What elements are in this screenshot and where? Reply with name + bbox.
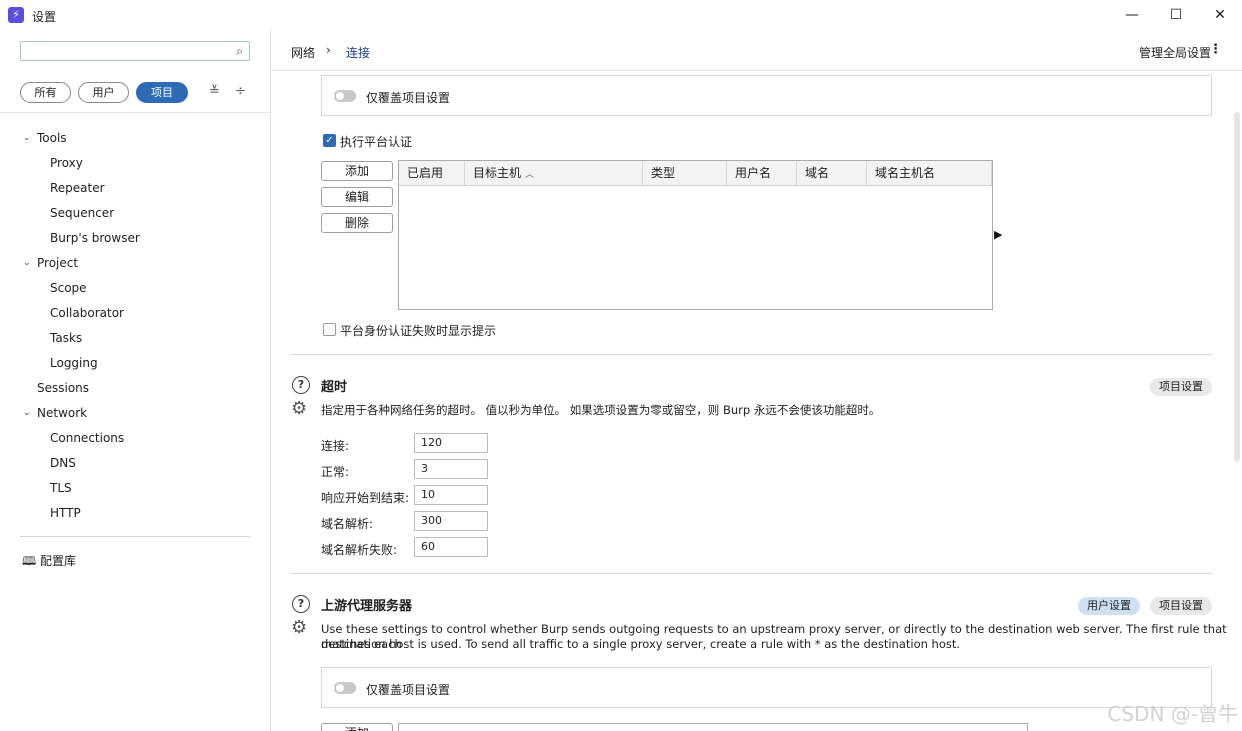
settings-content: 仅覆盖项目设置 ✓ 执行平台认证 添加 编辑 删除 已启用 目标主机 ︿ 类型 用… [271,72,1242,731]
tree-item-proxy[interactable]: Proxy [50,154,83,172]
timeout-dns-label: 域名解析: [321,517,374,531]
main-header: 网络 › 连接 管理全局设置 ⋮ [271,30,1242,71]
chevron-down-icon[interactable]: ⌄ [23,129,31,147]
override-toggle-label: 仅覆盖项目设置 [366,91,451,105]
sidebar: ⌕ 所有 用户 项目 ≚ ÷ ⌄ Tools Proxy Repeater Seq… [0,30,271,731]
search-input[interactable]: ⌕ [20,41,250,61]
timeout-dns-fail-input[interactable]: 60 [414,537,488,557]
timeout-dns-input[interactable]: 300 [414,511,488,531]
tree-item-dns[interactable]: DNS [50,454,76,472]
column-target-host[interactable]: 目标主机 ︿ [465,161,643,185]
override-toggle-label: 仅覆盖项目设置 [366,683,451,697]
project-settings-badge: 项目设置 [1150,597,1212,615]
sort-ascending-icon: ︿ [525,170,535,180]
timeout-response-input[interactable]: 10 [414,485,488,505]
filter-user-button[interactable]: 用户 [78,82,129,103]
help-icon[interactable]: ? [292,595,310,613]
scope-filter: 所有 用户 项目 ≚ ÷ [20,82,260,104]
gear-icon[interactable]: ⚙ [291,400,307,418]
tree-item-network[interactable]: ⌄ Network [23,404,87,422]
divider [0,112,270,113]
platform-auth-checkbox[interactable]: ✓ [323,134,336,147]
help-icon[interactable]: ? [292,376,310,394]
watermark: CSDN @-曾牛 [1107,702,1238,726]
divider [291,354,1212,355]
tree-item-logging[interactable]: Logging [50,354,98,372]
column-enabled[interactable]: 已启用 [399,161,465,185]
add-button[interactable]: 添加 [321,723,393,731]
tree-item-sessions[interactable]: Sessions [37,379,89,397]
override-toggle[interactable] [334,682,356,694]
tree-item-sequencer[interactable]: Sequencer [50,204,114,222]
remove-button[interactable]: 删除 [321,213,393,233]
tree-item-connections[interactable]: Connections [50,429,124,447]
upstream-rules-table[interactable] [398,723,1028,731]
tree-item-http[interactable]: HTTP [50,504,81,522]
minimize-button[interactable]: — [1110,0,1154,30]
override-toggle[interactable] [334,90,356,102]
override-box: 仅覆盖项目设置 [321,667,1212,708]
platform-auth-checkbox-label: 执行平台认证 [340,135,413,149]
add-button[interactable]: 添加 [321,161,393,181]
more-options-icon[interactable]: ⋮ [1209,42,1222,57]
gear-icon[interactable]: ⚙ [291,619,307,637]
title-bar: ⚡ 设置 — ☐ ✕ [0,0,1242,30]
project-settings-badge: 项目设置 [1150,378,1212,396]
burp-icon: ⚡ [8,7,24,23]
timeout-response-label: 响应开始到结束: [321,491,410,505]
tree-item-burps-browser[interactable]: Burp's browser [50,229,140,247]
platform-auth-table[interactable]: 已启用 目标主机 ︿ 类型 用户名 域名 域名主机名 [398,160,993,310]
timeout-connect-input[interactable]: 120 [414,433,488,453]
chevron-down-icon[interactable]: ⌄ [23,254,31,272]
column-domain[interactable]: 域名 [797,161,867,185]
chevron-right-icon: › [326,43,331,57]
divider [20,536,250,537]
config-library-link[interactable]: 🕮 配置库 [22,552,76,573]
tree-item-project[interactable]: ⌄ Project [23,254,78,272]
expand-all-icon[interactable]: ≚ [209,84,220,99]
upstream-description-line2: destination host is used. To send all tr… [321,637,961,651]
timeouts-description: 指定用于各种网络任务的超时。 值以秒为单位。 如果选项设置为零或留空，则 Bur… [321,403,881,417]
tree-item-tasks[interactable]: Tasks [50,329,82,347]
manage-global-settings-link[interactable]: 管理全局设置 [1139,44,1211,61]
scrollbar[interactable] [1234,112,1240,462]
tree-item-tls[interactable]: TLS [50,479,72,497]
collapse-all-icon[interactable]: ÷ [235,84,246,99]
window-title: 设置 [32,10,57,24]
maximize-button[interactable]: ☐ [1154,0,1198,30]
tree-item-tools[interactable]: ⌄ Tools [23,129,67,147]
triangle-right-icon: ▶ [994,228,1003,241]
edit-button[interactable]: 编辑 [321,187,393,207]
timeout-normal-input[interactable]: 3 [414,459,488,479]
filter-project-button[interactable]: 项目 [136,82,188,103]
timeout-normal-label: 正常: [321,465,350,479]
auth-fail-prompt-label: 平台身份认证失败时显示提示 [340,324,497,338]
filter-all-button[interactable]: 所有 [20,82,71,103]
tree-item-collaborator[interactable]: Collaborator [50,304,124,322]
column-type[interactable]: 类型 [643,161,727,185]
override-box: 仅覆盖项目设置 [321,75,1212,116]
column-domain-hostname[interactable]: 域名主机名 [867,161,992,185]
timeout-dns-fail-label: 域名解析失败: [321,543,398,557]
breadcrumb-network[interactable]: 网络 [291,44,315,61]
tree-item-scope[interactable]: Scope [50,279,87,297]
column-username[interactable]: 用户名 [727,161,797,185]
auth-fail-prompt-checkbox[interactable] [323,323,336,336]
section-title-timeouts: 超时 [321,380,348,395]
divider [291,573,1212,574]
table-header: 已启用 目标主机 ︿ 类型 用户名 域名 域名主机名 [399,161,992,186]
book-icon: 🕮 [22,554,37,568]
timeout-connect-label: 连接: [321,439,350,453]
search-icon[interactable]: ⌕ [236,44,243,59]
section-title-upstream: 上游代理服务器 [321,599,413,614]
user-settings-badge: 用户设置 [1078,597,1140,615]
close-button[interactable]: ✕ [1198,0,1242,30]
breadcrumb-connections: 连接 [346,46,371,60]
chevron-down-icon[interactable]: ⌄ [23,404,31,422]
tree-item-repeater[interactable]: Repeater [50,179,105,197]
